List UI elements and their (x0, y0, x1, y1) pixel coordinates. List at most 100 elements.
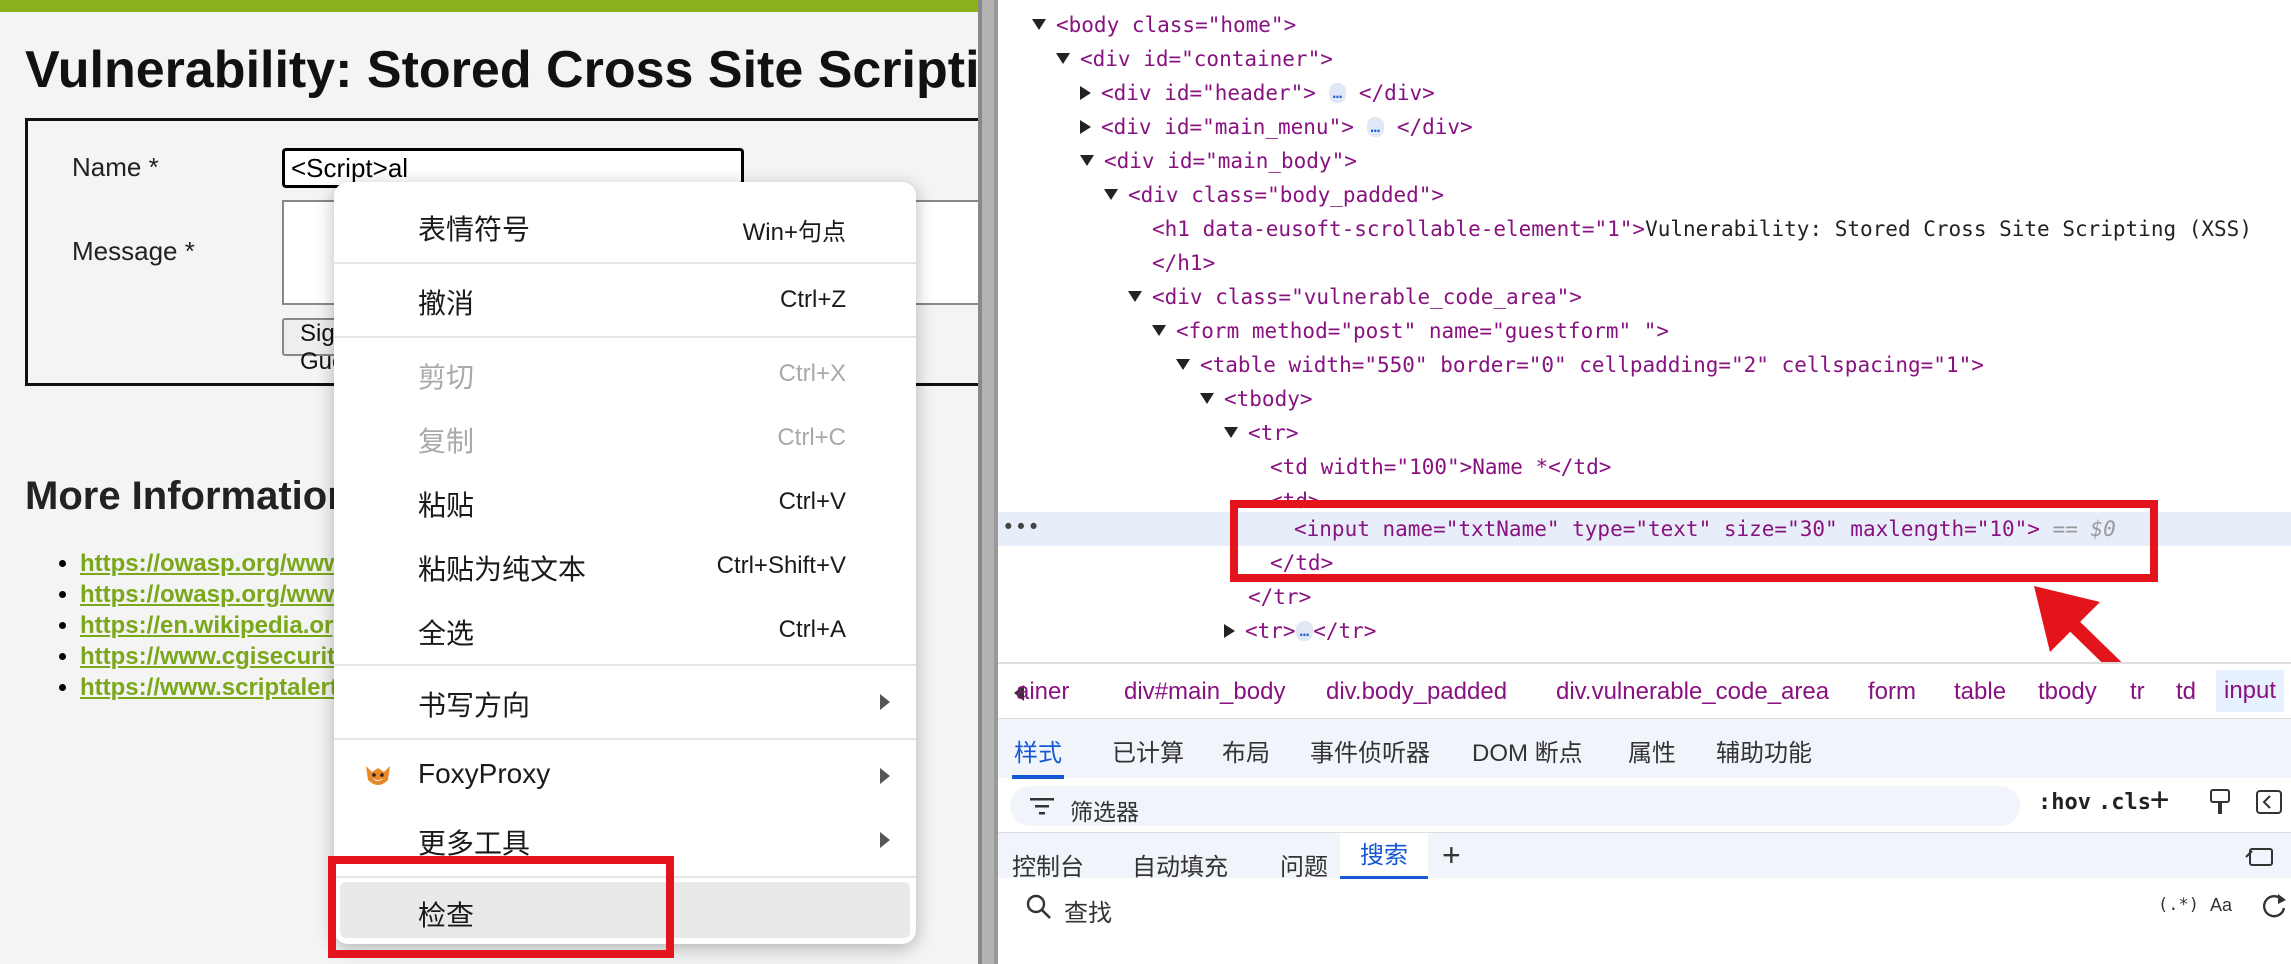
sidebar-toggle-icon[interactable] (2256, 790, 2282, 814)
menu-item-cut[interactable]: 剪切 Ctrl+X (334, 344, 916, 400)
menu-divider (334, 738, 916, 740)
expand-ellipsis[interactable]: … (1328, 83, 1347, 103)
tab-layout[interactable]: 布局 (1222, 733, 1270, 768)
dom-node-tbody[interactable]: <tbody> (1200, 384, 1313, 414)
tab-issues[interactable]: 问题 (1280, 847, 1328, 882)
row-options-icon[interactable]: ••• (1002, 512, 1040, 542)
name-label: Name * (72, 152, 159, 182)
drawer-tabbar: 控制台 自动填充 问题 搜索 + (998, 832, 2291, 881)
menu-item-shortcut: Ctrl+A (778, 616, 846, 643)
breadcrumb-item[interactable]: ainer (1016, 678, 1069, 706)
dom-node-h1[interactable]: <h1 data-eusoft-scrollable-element="1">V… (1152, 214, 2252, 244)
menu-divider (334, 664, 916, 666)
dom-node-body[interactable]: <body class="home"> (1032, 10, 1296, 40)
regex-toggle[interactable]: (.*) (2158, 895, 2199, 915)
search-placeholder: 查找 (1064, 900, 1112, 927)
cls-toggle[interactable]: .cls (2098, 790, 2151, 815)
tab-console[interactable]: 控制台 (1012, 847, 1084, 882)
chevron-right-icon (880, 832, 890, 848)
chevron-right-icon (880, 694, 890, 710)
menu-item-writing-direction[interactable]: 书写方向 (334, 672, 916, 728)
dom-node-tr[interactable]: <tr> (1224, 418, 1299, 448)
menu-item-select-all[interactable]: 全选 Ctrl+A (334, 600, 916, 656)
breadcrumb: ainer div#main_body div.body_padded div.… (998, 662, 2291, 718)
search-icon (1026, 894, 1051, 919)
breadcrumb-item[interactable]: div#main_body (1124, 678, 1285, 706)
dom-node-tr-close: </tr> (1248, 585, 1312, 609)
menu-divider (334, 262, 916, 264)
hov-toggle[interactable]: :hov (2038, 790, 2091, 815)
page-top-bar (0, 0, 978, 12)
tab-search-label: 搜索 (1360, 842, 1408, 869)
menu-item-shortcut: Ctrl+X (778, 360, 846, 387)
menu-item-label: 表情符号 (418, 214, 531, 245)
menu-item-shortcut: Win+句点 (742, 219, 846, 246)
active-tab-indicator (1012, 775, 1064, 779)
menu-item-undo[interactable]: 撤消 Ctrl+Z (334, 270, 916, 326)
add-panel-button[interactable]: + (1442, 837, 1461, 874)
filter-icon (1030, 798, 1054, 815)
dom-node-header[interactable]: <div id="header"> … </div> (1080, 78, 1435, 108)
menu-item-label: 剪切 (418, 362, 475, 393)
paint-brush-icon[interactable] (2208, 788, 2232, 816)
menu-item-paste[interactable]: 粘贴 Ctrl+V (334, 472, 916, 528)
refresh-icon[interactable] (2260, 892, 2288, 920)
menu-item-emoji[interactable]: 表情符号 Win+句点 (334, 196, 916, 252)
expand-ellipsis[interactable]: … (1366, 117, 1385, 137)
breadcrumb-item[interactable]: form (1868, 678, 1916, 706)
menu-item-shortcut: Ctrl+V (778, 488, 846, 515)
menu-item-label: 全选 (418, 618, 475, 649)
tab-accessibility[interactable]: 辅助功能 (1716, 733, 1812, 768)
tab-event-listeners[interactable]: 事件侦听器 (1310, 733, 1430, 768)
breadcrumb-item[interactable]: tr (2130, 678, 2145, 706)
menu-item-copy[interactable]: 复制 Ctrl+C (334, 408, 916, 464)
dock-drawer-icon[interactable] (2244, 843, 2276, 869)
context-menu: 表情符号 Win+句点 撤消 Ctrl+Z 剪切 Ctrl+X 复制 Ctrl+… (334, 182, 916, 944)
breadcrumb-item[interactable]: div.vulnerable_code_area (1556, 678, 1829, 706)
dom-node-form[interactable]: <form method="post" name="guestform" "> (1152, 316, 1669, 346)
menu-item-shortcut: Ctrl+Shift+V (716, 552, 846, 579)
tab-properties[interactable]: 属性 (1628, 733, 1676, 768)
more-info-title: More Information (25, 474, 352, 518)
expand-ellipsis[interactable]: … (1295, 621, 1314, 641)
dom-node-table[interactable]: <table width="550" border="0" cellpaddin… (1176, 350, 1984, 380)
search-input[interactable]: 查找 (.*) Aa (1010, 886, 2260, 927)
menu-item-label: 书写方向 (418, 690, 531, 721)
dom-node-td-name[interactable]: <td width="100">Name *</td> (1270, 452, 1611, 482)
breadcrumb-item[interactable]: div.body_padded (1326, 678, 1507, 706)
styles-tabbar: 样式 已计算 布局 事件侦听器 DOM 断点 属性 辅助功能 (998, 718, 2291, 779)
tab-styles[interactable]: 样式 (1014, 733, 1062, 768)
dom-node-tr-collapsed[interactable]: <tr>… </tr> (1224, 616, 1376, 646)
menu-item-shortcut: Ctrl+Z (780, 286, 846, 313)
match-case-toggle[interactable]: Aa (2210, 895, 2232, 916)
new-style-rule-button[interactable]: + (2150, 780, 2169, 818)
dom-node-main-menu[interactable]: <div id="main_menu"> … </div> (1080, 112, 1473, 142)
styles-filter-input[interactable]: 筛选器 (1010, 786, 2020, 826)
menu-item-label: 撤消 (418, 288, 475, 319)
tab-autofill[interactable]: 自动填充 (1132, 847, 1228, 882)
menu-item-label: 粘贴 (418, 490, 475, 521)
foxyproxy-icon (366, 766, 390, 785)
dom-node-container[interactable]: <div id="container"> (1056, 44, 1333, 74)
menu-item-paste-plain[interactable]: 粘贴为纯文本 Ctrl+Shift+V (334, 536, 916, 592)
devtools-panel: <body class="home"> <div id="container">… (998, 0, 2291, 964)
breadcrumb-item[interactable]: td (2176, 678, 2196, 706)
tab-dom-breakpoints[interactable]: DOM 断点 (1472, 733, 1583, 768)
message-label: Message * (72, 236, 195, 266)
breadcrumb-item[interactable]: tbody (2038, 678, 2097, 706)
filter-placeholder: 筛选器 (1070, 799, 1139, 825)
breadcrumb-item-active[interactable]: input (2216, 670, 2285, 712)
dom-node-main-body[interactable]: <div id="main_body"> (1080, 146, 1357, 176)
pane-divider[interactable] (978, 0, 998, 964)
highlight-box-inspect (328, 856, 674, 958)
dom-node-body-padded[interactable]: <div class="body_padded"> (1104, 180, 1444, 210)
menu-item-label: 粘贴为纯文本 (418, 554, 587, 585)
breadcrumb-item[interactable]: table (1954, 678, 2006, 706)
dom-node-h1-close: </h1> (1152, 251, 1216, 275)
dom-node-vuln-area[interactable]: <div class="vulnerable_code_area"> (1128, 282, 1582, 312)
dvwa-page: Vulnerability: Stored Cross Site Scripti… (0, 0, 978, 964)
tab-computed[interactable]: 已计算 (1112, 733, 1184, 768)
active-tab-indicator (1340, 876, 1428, 879)
tab-search[interactable]: 搜索 (1340, 833, 1428, 879)
menu-item-foxyproxy[interactable]: FoxyProxy (334, 746, 916, 802)
